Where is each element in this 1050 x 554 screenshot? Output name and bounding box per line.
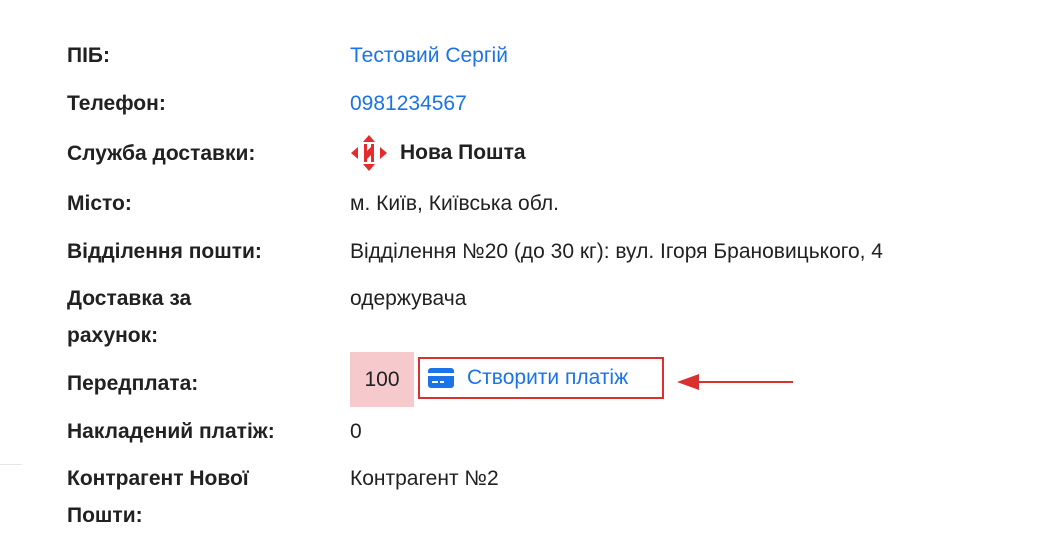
phone-value[interactable]: 0981234567 <box>350 91 467 117</box>
delivery-payer-label: Доставка за рахунок: <box>67 280 327 354</box>
delivery-payer-label-line2: рахунок: <box>67 324 159 347</box>
delivery-service-label: Служба доставки: <box>67 142 256 165</box>
counterparty-label-line1: Контрагент Нової <box>67 467 249 490</box>
post-office-label: Відділення пошти: <box>67 240 262 263</box>
delivery-payer-label-line1: Доставка за <box>67 287 192 310</box>
delivery-payer-value: одержувача <box>350 287 467 310</box>
nova-poshta-logo-icon <box>351 135 387 171</box>
credit-card-icon <box>428 368 454 388</box>
divider <box>0 464 22 465</box>
prepayment-value: 100 <box>350 352 414 407</box>
phone-link[interactable]: 0981234567 <box>350 92 467 115</box>
name-value[interactable]: Тестовий Сергій <box>350 43 508 69</box>
prepayment-label: Передплата: <box>67 372 199 395</box>
city-value: м. Київ, Київська обл. <box>350 192 559 215</box>
create-payment-button[interactable]: Створити платіж <box>418 357 664 399</box>
create-payment-label: Створити платіж <box>467 366 629 389</box>
customer-name-link[interactable]: Тестовий Сергій <box>350 44 508 67</box>
post-office-value: Відділення №20 (до 30 кг): вул. Ігоря Бр… <box>350 240 883 263</box>
delivery-service-value: Нова Пошта <box>350 134 526 172</box>
delivery-service-name: Нова Пошта <box>400 141 526 164</box>
counterparty-label: Контрагент Нової Пошти: <box>67 460 327 534</box>
order-details-panel: ПІБ: Тестовий Сергій Телефон: 0981234567… <box>0 0 1050 554</box>
phone-label: Телефон: <box>67 92 166 115</box>
counterparty-label-line2: Пошти: <box>67 504 143 527</box>
cod-value: 0 <box>350 420 362 443</box>
annotation-arrow-icon <box>677 374 793 390</box>
city-label: Місто: <box>67 192 132 215</box>
cod-label: Накладений платіж: <box>67 420 275 443</box>
counterparty-value: Контрагент №2 <box>350 467 499 490</box>
name-label: ПІБ: <box>67 44 111 67</box>
